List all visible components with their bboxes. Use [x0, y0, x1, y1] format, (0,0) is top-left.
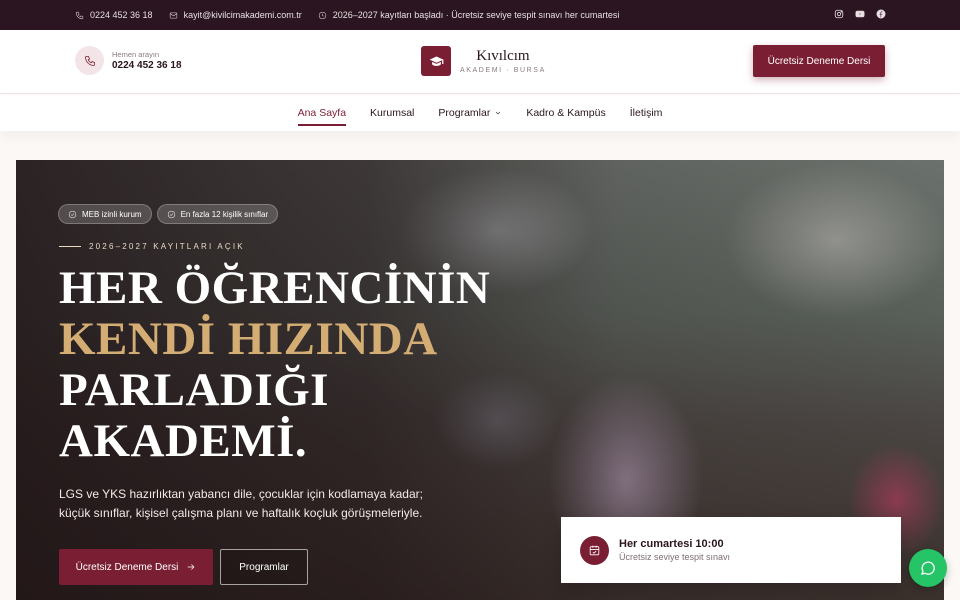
nav-label: İletişim: [629, 107, 663, 119]
whatsapp-chat-button[interactable]: [909, 549, 947, 587]
topbar-notice-text: 2026–2027 kayıtları başladı · Ücretsiz s…: [332, 10, 620, 20]
nav-label: Kurumsal: [370, 107, 415, 119]
chip-class-size: En fazla 12 kişilik sınıflar: [156, 204, 279, 224]
button-label: Ücretsiz Deneme Dersi: [75, 561, 179, 573]
site-header: Hemen arayın 0224 452 36 18 Kıvılcım AKA…: [0, 30, 960, 94]
info-card-subtitle: Ücretsiz seviye tespit sınavı: [619, 552, 731, 562]
instagram-icon[interactable]: [834, 9, 844, 19]
phone-number: 0224 452 36 18: [112, 60, 182, 71]
nav-item-corporate[interactable]: Kurumsal: [370, 107, 414, 119]
saturday-exam-card: Her cumartesi 10:00 Ücretsiz seviye tesp…: [561, 517, 901, 583]
facebook-icon[interactable]: [876, 9, 886, 19]
header-trial-button[interactable]: Ücretsiz Deneme Dersi: [753, 45, 885, 77]
headline-line: HER ÖĞRENCİNİN: [59, 262, 491, 314]
chip-label: MEB izinli kurum: [82, 209, 142, 219]
nav-item-programs[interactable]: Programlar: [438, 107, 502, 119]
chevron-down-icon: [496, 111, 501, 115]
mail-icon: [169, 12, 177, 18]
hero-headline: HER ÖĞRENCİNİN KENDİ HIZINDA PARLADIĞI A…: [59, 263, 490, 467]
brand-subtitle: AKADEMİ · BURSA: [460, 67, 546, 74]
brand-name: Kıvılcım: [476, 48, 530, 64]
topbar-phone-text: 0224 452 36 18: [90, 10, 153, 20]
nav-label: Ana Sayfa: [297, 107, 347, 119]
brand-logo[interactable]: Kıvılcım AKADEMİ · BURSA: [421, 46, 546, 76]
phone-icon: [84, 55, 95, 66]
top-bar: 0224 452 36 18 kayit@kivilcimakademi.com…: [0, 0, 960, 30]
hero-programs-button[interactable]: Programlar: [220, 549, 308, 585]
clock-icon: [318, 11, 326, 19]
nav-label: Kadro & Kampüs: [526, 107, 606, 119]
topbar-email-text: kayit@kivilcimakademi.com.tr: [183, 10, 302, 20]
phone-icon: [75, 11, 84, 19]
headline-line: PARLADIĞI: [59, 364, 329, 416]
headline-line-accent: KENDİ HIZINDA: [59, 313, 438, 365]
hero-trial-button[interactable]: Ücretsiz Deneme Dersi: [59, 549, 213, 585]
nav-item-home[interactable]: Ana Sayfa: [297, 107, 347, 126]
hero-chips: MEB izinli kurum En fazla 12 kişilik sın…: [58, 204, 279, 224]
arrow-right-icon: [188, 564, 195, 570]
hero-lead: LGS ve YKS hazırlıktan yabancı dile, çoc…: [59, 487, 423, 520]
headline-line: AKADEMİ.: [59, 415, 308, 467]
nav-item-contact[interactable]: İletişim: [630, 107, 663, 119]
check-circle-icon: [68, 210, 77, 218]
nav-label: Programlar: [438, 107, 491, 119]
chat-icon: [921, 561, 935, 575]
graduation-cap-icon: [421, 46, 451, 76]
topbar-email[interactable]: kayit@kivilcimakademi.com.tr: [169, 10, 302, 20]
header-phone[interactable]: Hemen arayın 0224 452 36 18: [75, 46, 182, 75]
eyebrow-line: [59, 246, 81, 247]
hero-eyebrow: 2026–2027 KAYITLARI AÇIK: [59, 242, 245, 251]
social-links: [834, 9, 886, 19]
check-circle-icon: [167, 210, 175, 218]
phone-caption: Hemen arayın: [112, 50, 160, 59]
topbar-notice: 2026–2027 kayıtları başladı · Ücretsiz s…: [318, 10, 620, 20]
youtube-icon[interactable]: [855, 9, 865, 19]
main-nav: Ana Sayfa Kurumsal Programlar Kadro & Ka…: [0, 95, 960, 131]
phone-badge: [75, 46, 104, 75]
chip-meb: MEB izinli kurum: [58, 204, 152, 224]
topbar-phone[interactable]: 0224 452 36 18: [75, 10, 153, 20]
calendar-icon: [580, 535, 609, 565]
info-card-title: Her cumartesi 10:00: [619, 538, 724, 550]
chip-label: En fazla 12 kişilik sınıflar: [180, 209, 269, 219]
eyebrow-text: 2026–2027 KAYITLARI AÇIK: [89, 242, 245, 251]
nav-item-staff-campus[interactable]: Kadro & Kampüs: [526, 107, 605, 119]
